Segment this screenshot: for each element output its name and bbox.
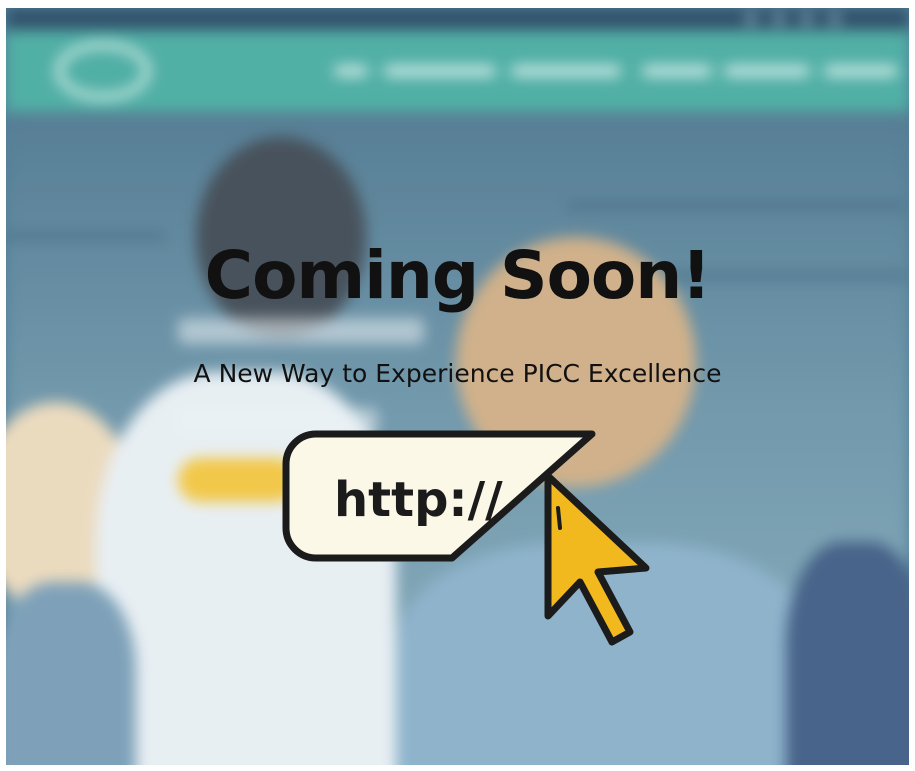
url-bar-text: http:// [334, 472, 503, 528]
coming-soon-frame: Coming Soon! A New Way to Experience PIC… [6, 8, 909, 765]
subheadline: A New Way to Experience PICC Excellence [193, 359, 722, 388]
coming-soon-headline: Coming Soon! [204, 237, 712, 314]
url-bar-illustration: http:// [282, 430, 650, 646]
pointer-arrow-icon [544, 472, 650, 646]
